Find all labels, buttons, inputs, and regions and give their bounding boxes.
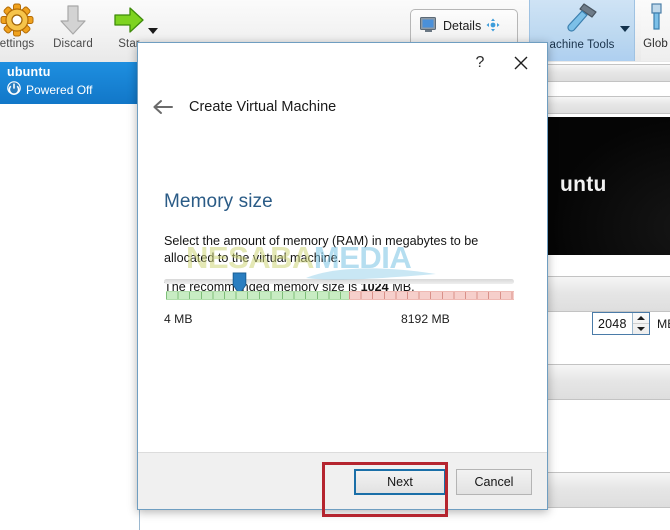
spin-up-icon[interactable]	[633, 313, 649, 324]
start-dropdown-caret-icon[interactable]	[148, 28, 158, 34]
power-icon	[7, 81, 21, 98]
dialog-footer: Next Cancel	[138, 452, 547, 509]
down-arrow-icon	[42, 3, 104, 39]
memory-size-value[interactable]: 2048	[593, 317, 632, 331]
vm-preview-thumbnail: untu	[548, 117, 670, 255]
vm-state-label: Powered Off	[26, 82, 93, 97]
monitor-icon	[420, 16, 438, 36]
slider-safe-zone	[166, 291, 349, 300]
vm-list-item-ubuntu[interactable]: ubuntu Powered Off	[0, 62, 139, 104]
wizard-title: Create Virtual Machine	[189, 99, 337, 115]
memory-size-spinbox[interactable]: 2048	[592, 312, 650, 335]
vm-state-row: Powered Off	[7, 81, 139, 98]
tab-details-label: Details	[443, 19, 482, 33]
slider-groove[interactable]	[164, 279, 514, 284]
slider-tick-bar	[166, 291, 514, 300]
back-arrow-icon[interactable]	[152, 99, 173, 115]
machine-tools-caret-icon[interactable]	[620, 26, 630, 32]
tab-global-tools[interactable]: Glob	[641, 0, 670, 61]
close-icon[interactable]	[509, 51, 533, 75]
vm-list-panel: ubuntu Powered Off	[0, 62, 140, 530]
snapshot-icon	[486, 18, 500, 35]
toolbar-label-discard: Discard	[53, 38, 93, 50]
memory-slider[interactable]: 4 MB 8192 MB	[164, 270, 524, 330]
page-title: Memory size	[164, 191, 273, 212]
help-button[interactable]: ?	[469, 52, 491, 74]
dialog-header: Create Virtual Machine	[138, 99, 549, 115]
toolbar-label-settings: ettings	[0, 38, 35, 50]
slider-warning-zone	[348, 291, 514, 300]
slider-min-label: 4 MB	[164, 312, 193, 326]
description-paragraph: Select the amount of memory (RAM) in meg…	[164, 234, 479, 265]
dialog-titlebar: ?	[138, 43, 547, 84]
vm-preview-label: untu	[560, 173, 607, 196]
tab-global-tools-label: Glob	[643, 38, 668, 50]
toolbar-button-settings[interactable]: ettings	[0, 2, 48, 50]
memory-unit-label: MB	[657, 317, 670, 331]
spinbox-buttons	[632, 313, 649, 334]
gear-icon	[0, 3, 48, 39]
spin-down-icon[interactable]	[633, 324, 649, 334]
cancel-button[interactable]: Cancel	[456, 469, 532, 495]
tools-icon	[641, 1, 670, 39]
toolbar-button-discard[interactable]: Discard	[42, 2, 104, 50]
tab-details[interactable]: Details	[410, 9, 518, 42]
slider-max-label: 8192 MB	[401, 312, 450, 326]
create-virtual-machine-dialog: ? Create Virtual Machine Memory size Sel…	[137, 42, 670, 510]
next-button[interactable]: Next	[354, 469, 446, 495]
hammer-icon	[530, 1, 634, 39]
vm-name: ubuntu	[7, 65, 51, 79]
